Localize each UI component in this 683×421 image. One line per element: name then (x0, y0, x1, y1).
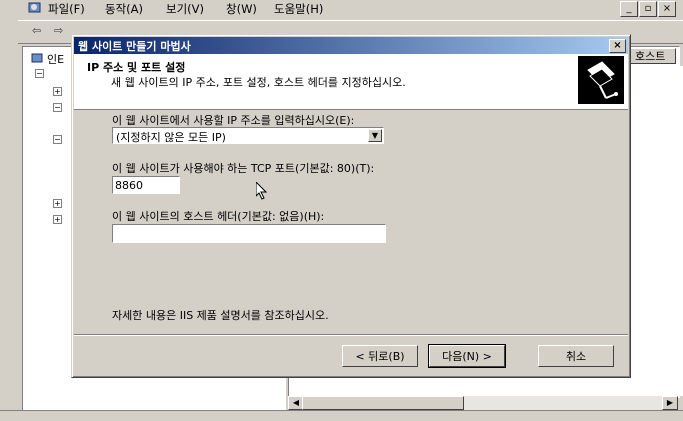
website-creation-wizard: 웹 사이트 만들기 마법사 × IP 주소 및 포트 설정 새 웹 사이트의 I… (71, 34, 631, 378)
mouse-pointer-icon (255, 180, 268, 203)
back-button[interactable]: < 뒤로(B) (342, 345, 418, 367)
host-header-label: 이 웹 사이트의 호스트 헤더(기본값: 없음)(H): (112, 210, 325, 223)
button-separator (74, 334, 628, 336)
host-header-field[interactable] (112, 224, 386, 243)
menu-view[interactable]: 보기(V) (166, 1, 204, 17)
left-edge-strip (0, 20, 18, 410)
menu-bar: 파일(F) 동작(A) 보기(V) 창(W) 도움말(H) _ ▫ × (0, 0, 683, 18)
scroll-thumb[interactable] (302, 396, 464, 410)
right-edge-strip (678, 66, 683, 396)
tree-root-icon (31, 53, 43, 65)
wizard-titlebar[interactable]: 웹 사이트 만들기 마법사 × (74, 37, 628, 54)
wizard-header-subtitle: 새 웹 사이트의 IP 주소, 포트 설정, 호스트 헤더를 지정하십시오. (111, 76, 406, 89)
mdi-minimize-button[interactable]: _ (620, 1, 638, 17)
scroll-right-icon[interactable]: ▶ (662, 396, 678, 410)
tree-expand-icon[interactable]: − (53, 135, 62, 144)
menu-file[interactable]: 파일(F) (48, 1, 85, 17)
ip-address-value: (지정하지 않은 모든 IP) (116, 131, 226, 144)
back-arrow-icon[interactable]: ⇦ (32, 24, 48, 38)
menu-help[interactable]: 도움말(H) (274, 1, 323, 17)
menu-action[interactable]: 동작(A) (105, 1, 143, 17)
wizard-header: IP 주소 및 포트 설정 새 웹 사이트의 IP 주소, 포트 설정, 호스트… (74, 54, 628, 110)
tree-expand-icon[interactable]: − (35, 69, 44, 78)
mdi-restore-button[interactable]: ▫ (639, 1, 657, 17)
status-bar (0, 410, 683, 421)
ip-address-select[interactable]: (지정하지 않은 모든 IP) ▼ (112, 127, 384, 144)
forward-arrow-icon[interactable]: ⇨ (54, 24, 70, 38)
wizard-title: 웹 사이트 만들기 마법사 (78, 40, 191, 53)
chevron-down-icon[interactable]: ▼ (368, 129, 382, 142)
tree-expand-icon[interactable]: + (53, 215, 62, 224)
tcp-port-label: 이 웹 사이트가 사용해야 하는 TCP 포트(기본값: 80)(T): (112, 162, 375, 175)
menu-window[interactable]: 창(W) (226, 1, 257, 17)
tree-root-label[interactable]: 인E (47, 51, 64, 67)
next-button[interactable]: 다음(N) > (428, 344, 506, 368)
help-text: 자세한 내용은 IIS 제품 설명서를 참조하십시오. (112, 309, 329, 322)
website-wizard-icon (578, 56, 624, 104)
tree-expand-icon[interactable]: + (53, 87, 62, 96)
tree-expand-icon[interactable]: − (53, 103, 62, 112)
cancel-button[interactable]: 취소 (538, 345, 614, 367)
tree-expand-icon[interactable]: + (53, 199, 62, 208)
ip-address-label: 이 웹 사이트에서 사용할 IP 주소를 입력하십시오(E): (112, 114, 355, 127)
horizontal-scrollbar[interactable]: ◀ ▶ (288, 396, 678, 410)
iis-app-icon (28, 1, 42, 15)
mdi-close-button[interactable]: × (658, 1, 676, 17)
tcp-port-field[interactable] (112, 176, 180, 194)
close-icon[interactable]: × (609, 39, 626, 53)
column-header-host[interactable]: 호스트 (630, 48, 676, 64)
wizard-header-title: IP 주소 및 포트 설정 (87, 61, 186, 74)
